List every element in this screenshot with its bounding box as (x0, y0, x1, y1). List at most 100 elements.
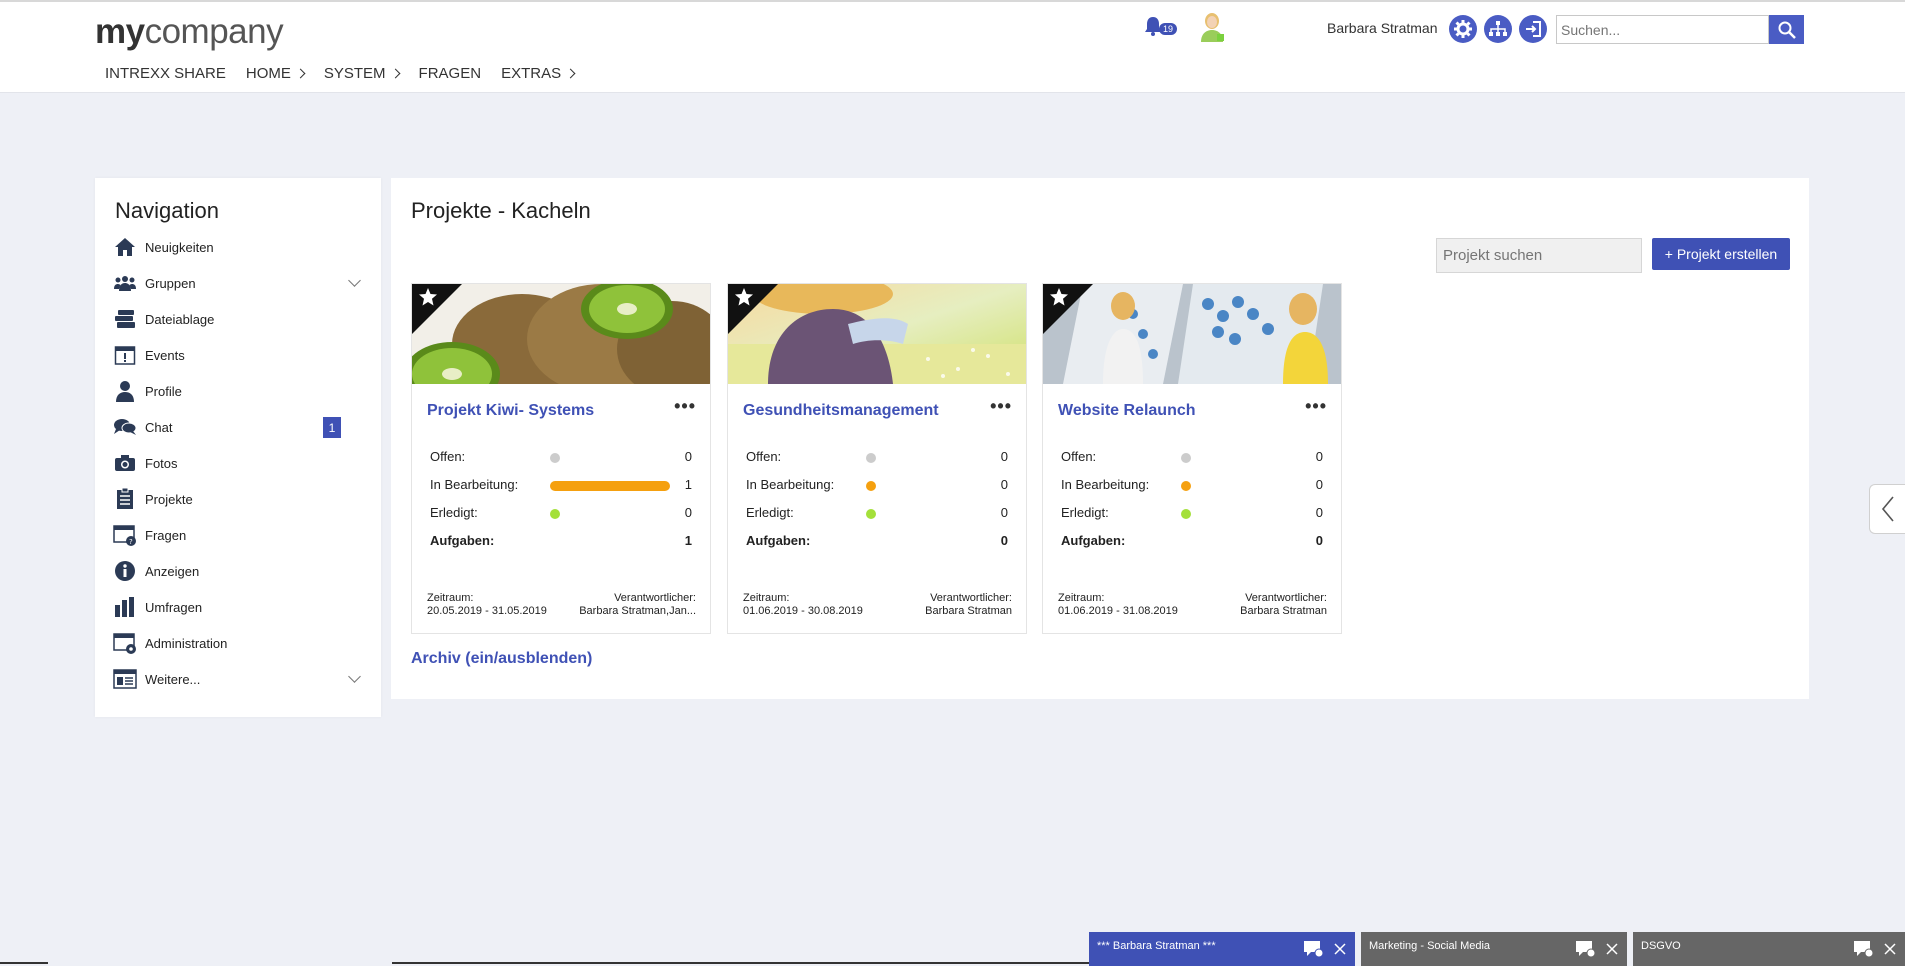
sidebar-item-dateiablage[interactable]: Dateiablage (113, 304, 363, 334)
more-options-icon[interactable]: ••• (990, 396, 1012, 417)
sidebar-item-umfragen[interactable]: Umfragen (113, 592, 363, 622)
nav-extras[interactable]: EXTRAS (501, 65, 576, 82)
chat-icon (113, 415, 137, 439)
avatar[interactable] (1199, 12, 1225, 42)
stat-in-progress: In Bearbeitung: 0 (746, 477, 1008, 492)
chat-tab-label: *** Barbara Stratman *** (1097, 940, 1216, 952)
admin-window-icon (113, 631, 137, 655)
chat-tab-label: Marketing - Social Media (1369, 940, 1491, 952)
clipboard-icon (113, 487, 137, 511)
project-responsible: Verantwortlicher: Barbara Stratman,Jan..… (579, 592, 696, 617)
nav-system[interactable]: SYSTEM (324, 65, 400, 82)
chat-tab-label: DSGVO (1641, 940, 1681, 952)
star-icon[interactable] (734, 287, 754, 312)
project-card[interactable]: Gesundheitsmanagement ••• Offen: 0 In Be… (727, 283, 1027, 634)
project-period: Zeitraum: 20.05.2019 - 31.05.2019 (427, 592, 547, 617)
stat-in-progress: In Bearbeitung: 1 (430, 477, 692, 492)
status-dot-green (550, 509, 560, 519)
chat-bubble-icon[interactable] (1575, 940, 1597, 961)
chevron-down-icon[interactable] (348, 670, 361, 683)
project-title[interactable]: Projekt Kiwi- Systems (427, 402, 594, 420)
project-card[interactable]: Website Relaunch ••• Offen: 0 In Bearbei… (1042, 283, 1342, 634)
chevron-left-icon (1881, 496, 1894, 522)
chat-bubble-icon[interactable] (1303, 940, 1325, 961)
search-input[interactable] (1556, 15, 1769, 44)
project-responsible: Verantwortlicher: Barbara Stratman (1240, 592, 1327, 617)
close-icon[interactable] (1883, 942, 1897, 959)
close-icon[interactable] (1605, 942, 1619, 959)
sidebar-item-events[interactable]: Events (113, 340, 363, 370)
more-options-icon[interactable]: ••• (1305, 396, 1327, 417)
sidebar-item-administration[interactable]: Administration (113, 628, 363, 658)
project-card[interactable]: Projekt Kiwi- Systems ••• Offen: 0 In Be… (411, 283, 711, 634)
status-dot-green (866, 509, 876, 519)
chat-bubble-icon[interactable] (1853, 940, 1875, 961)
svg-text:?: ? (129, 538, 133, 546)
camera-icon (113, 451, 137, 475)
notification-badge: 19 (1159, 23, 1178, 35)
top-nav: INTREXX SHARE HOME SYSTEM FRAGEN EXTRAS (105, 65, 594, 82)
sidebar-item-profile[interactable]: Profile (113, 376, 363, 406)
star-icon[interactable] (1049, 287, 1069, 312)
more-options-icon[interactable]: ••• (674, 396, 696, 417)
nav-fragen[interactable]: FRAGEN (419, 65, 482, 82)
search-button[interactable] (1769, 15, 1804, 44)
chevron-down-icon[interactable] (348, 274, 361, 287)
project-period: Zeitraum: 01.06.2019 - 31.08.2019 (1058, 592, 1178, 617)
chat-window-tab[interactable]: Marketing - Social Media (1361, 932, 1627, 966)
status-dot-gray (550, 453, 560, 463)
stat-tasks: Aufgaben: 0 (746, 533, 1008, 548)
project-search-input[interactable] (1436, 238, 1642, 273)
files-icon (113, 307, 137, 331)
sidebar-title: Navigation (115, 198, 219, 223)
stat-done: Erledigt: 0 (430, 505, 692, 520)
main-panel: Projekte - Kacheln + Projekt erstellen P… (391, 178, 1809, 699)
calendar-icon (113, 343, 137, 367)
side-panel-toggle[interactable] (1869, 484, 1905, 534)
username[interactable]: Barbara Stratman (1327, 20, 1438, 36)
project-title[interactable]: Website Relaunch (1058, 402, 1196, 420)
nav-intrexx-share[interactable]: INTREXX SHARE (105, 65, 226, 82)
page-title: Projekte - Kacheln (411, 198, 591, 223)
sidebar-item-anzeigen[interactable]: Anzeigen (113, 556, 363, 586)
info-icon (113, 559, 137, 583)
sidebar-item-weitere[interactable]: Weitere... (113, 664, 363, 694)
stat-in-progress: In Bearbeitung: 0 (1061, 477, 1323, 492)
home-icon (113, 235, 137, 259)
star-icon[interactable] (418, 287, 438, 312)
bar-chart-icon (113, 595, 137, 619)
sidebar-item-fragen[interactable]: ? Fragen (113, 520, 363, 550)
stat-open: Offen: 0 (1061, 449, 1323, 464)
project-period: Zeitraum: 01.06.2019 - 30.08.2019 (743, 592, 863, 617)
status-dot-gray (1181, 453, 1191, 463)
sidebar-item-fotos[interactable]: Fotos (113, 448, 363, 478)
project-image (728, 284, 1026, 384)
sidebar-item-chat[interactable]: Chat 1 (113, 412, 363, 442)
project-image (1043, 284, 1341, 384)
archive-toggle-link[interactable]: Archiv (ein/ausblenden) (411, 650, 592, 668)
create-project-button[interactable]: + Projekt erstellen (1652, 238, 1790, 270)
chat-window-tab[interactable]: *** Barbara Stratman *** (1089, 932, 1355, 966)
close-icon[interactable] (1333, 942, 1347, 959)
sidebar-item-projekte[interactable]: Projekte (113, 484, 363, 514)
question-window-icon: ? (113, 523, 137, 547)
logo-rest: company (144, 12, 284, 51)
logout-icon[interactable] (1519, 15, 1547, 43)
gear-icon[interactable] (1449, 15, 1477, 43)
chat-badge: 1 (323, 417, 341, 438)
stat-done: Erledigt: 0 (746, 505, 1008, 520)
sitemap-icon[interactable] (1484, 15, 1512, 43)
chevron-right-icon (390, 68, 400, 79)
chat-window-tab[interactable]: DSGVO (1633, 932, 1905, 966)
progress-bar-orange (550, 481, 670, 491)
status-dot-orange (1181, 481, 1191, 491)
search-icon (1778, 21, 1796, 39)
sidebar-item-gruppen[interactable]: Gruppen (113, 268, 363, 298)
nav-home[interactable]: HOME (246, 65, 306, 82)
stat-open: Offen: 0 (430, 449, 692, 464)
chevron-right-icon (295, 68, 306, 79)
project-title[interactable]: Gesundheitsmanagement (743, 402, 939, 420)
logo[interactable]: mycompany (95, 12, 284, 52)
logo-bold: my (95, 12, 145, 51)
sidebar-item-neuigkeiten[interactable]: Neuigkeiten (113, 232, 363, 262)
